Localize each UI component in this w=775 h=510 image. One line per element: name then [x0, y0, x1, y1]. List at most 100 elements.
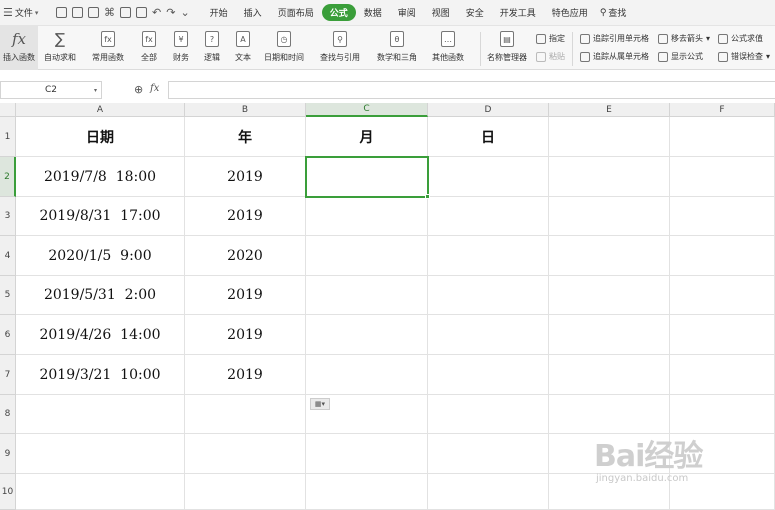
- undo-icon[interactable]: ↶: [152, 7, 161, 18]
- tab-special[interactable]: 特色应用: [544, 4, 596, 21]
- evaluate-formula-button[interactable]: 公式求值: [718, 33, 763, 44]
- cell-e4[interactable]: [549, 236, 670, 276]
- math-button[interactable]: θ 数学和三角: [377, 28, 417, 63]
- cell-d9[interactable]: [428, 434, 549, 474]
- cell-c3[interactable]: [306, 197, 428, 236]
- cell-b8[interactable]: [185, 395, 306, 434]
- name-manager-button[interactable]: ▤ 名称管理器: [487, 28, 527, 63]
- search-button[interactable]: ⚲ 查找: [600, 6, 627, 20]
- chevron-down-icon[interactable]: ▾: [94, 87, 97, 94]
- row-header-10[interactable]: 10: [0, 474, 16, 510]
- autosum-button[interactable]: ∑ 自动求和: [44, 28, 76, 63]
- cell-a6[interactable]: 2019/4/26 14:00: [16, 315, 185, 355]
- cell-d6[interactable]: [428, 315, 549, 355]
- cell-c9[interactable]: [306, 434, 428, 474]
- all-functions-button[interactable]: fx 全部: [140, 28, 158, 63]
- file-menu[interactable]: ☰ 文件 ▾: [0, 6, 52, 19]
- cell-a9[interactable]: [16, 434, 185, 474]
- row-header-6[interactable]: 6: [0, 315, 16, 355]
- row-header-4[interactable]: 4: [0, 236, 16, 276]
- remove-arrows-button[interactable]: 移去箭头 ▾: [658, 33, 710, 44]
- cell-c7[interactable]: [306, 355, 428, 395]
- paste-button[interactable]: 粘贴: [536, 51, 565, 62]
- cell-e2[interactable]: [549, 157, 670, 197]
- tab-formulas[interactable]: 公式: [321, 4, 356, 21]
- cell-e7[interactable]: [549, 355, 670, 395]
- cell-f1[interactable]: [670, 117, 775, 157]
- cell-b5[interactable]: 2019: [185, 276, 306, 315]
- cell-a10[interactable]: [16, 474, 185, 510]
- cell-b3[interactable]: 2019: [185, 197, 306, 236]
- row-header-1[interactable]: 1: [0, 117, 16, 157]
- column-header-a[interactable]: A: [16, 103, 185, 117]
- trace-precedents-button[interactable]: 追踪引用单元格: [580, 33, 649, 44]
- tab-security[interactable]: 安全: [458, 4, 492, 21]
- cell-f5[interactable]: [670, 276, 775, 315]
- cell-a2[interactable]: 2019/7/8 18:00: [16, 157, 185, 197]
- cell-d1[interactable]: 日: [428, 117, 549, 157]
- cell-e1[interactable]: [549, 117, 670, 157]
- datetime-button[interactable]: ◷ 日期和时间: [264, 28, 304, 63]
- cell-a5[interactable]: 2019/5/31 2:00: [16, 276, 185, 315]
- cell-b4[interactable]: 2020: [185, 236, 306, 276]
- format-painter-icon[interactable]: ⌘: [104, 7, 115, 18]
- cell-f7[interactable]: [670, 355, 775, 395]
- cell-b10[interactable]: [185, 474, 306, 510]
- logic-button[interactable]: ? 逻辑: [203, 28, 221, 63]
- trace-dependents-button[interactable]: 追踪从属单元格: [580, 51, 649, 62]
- show-formulas-button[interactable]: 显示公式: [658, 51, 703, 62]
- cell-f3[interactable]: [670, 197, 775, 236]
- cell-f6[interactable]: [670, 315, 775, 355]
- tab-data[interactable]: 数据: [356, 4, 390, 21]
- cell-a8[interactable]: [16, 395, 185, 434]
- column-header-b[interactable]: B: [185, 103, 306, 117]
- cell-c6[interactable]: [306, 315, 428, 355]
- cell-a7[interactable]: 2019/3/21 10:00: [16, 355, 185, 395]
- row-header-5[interactable]: 5: [0, 276, 16, 315]
- select-all-corner[interactable]: [0, 103, 16, 117]
- print-preview-icon[interactable]: [136, 7, 147, 18]
- row-header-2[interactable]: 2: [0, 157, 16, 197]
- cell-b7[interactable]: 2019: [185, 355, 306, 395]
- print-icon[interactable]: [120, 7, 131, 18]
- column-header-c[interactable]: C: [306, 103, 428, 117]
- fill-handle[interactable]: [425, 194, 430, 199]
- row-header-7[interactable]: 7: [0, 355, 16, 395]
- name-box[interactable]: C2 ▾: [0, 81, 102, 99]
- open-folder-icon[interactable]: [72, 7, 83, 18]
- fx-icon[interactable]: fx: [150, 83, 159, 94]
- cell-d4[interactable]: [428, 236, 549, 276]
- tab-home[interactable]: 开始: [202, 4, 236, 21]
- cell-d5[interactable]: [428, 276, 549, 315]
- formula-input[interactable]: [168, 81, 775, 99]
- cell-d3[interactable]: [428, 197, 549, 236]
- customize-icon[interactable]: ⌄: [180, 7, 189, 18]
- tab-review[interactable]: 审阅: [390, 4, 424, 21]
- row-header-3[interactable]: 3: [0, 197, 16, 236]
- error-checking-button[interactable]: 错误检查 ▾: [718, 51, 770, 62]
- finance-button[interactable]: ¥ 财务: [172, 28, 190, 63]
- cell-d8[interactable]: [428, 395, 549, 434]
- lookup-button[interactable]: ⚲ 查找与引用: [320, 28, 360, 63]
- cell-f2[interactable]: [670, 157, 775, 197]
- cell-b6[interactable]: 2019: [185, 315, 306, 355]
- column-header-f[interactable]: F: [670, 103, 775, 117]
- cell-e3[interactable]: [549, 197, 670, 236]
- row-header-9[interactable]: 9: [0, 434, 16, 474]
- other-functions-button[interactable]: … 其他函数: [432, 28, 464, 63]
- cell-a3[interactable]: 2019/8/31 17:00: [16, 197, 185, 236]
- new-file-icon[interactable]: [56, 7, 67, 18]
- tab-page-layout[interactable]: 页面布局: [270, 4, 322, 21]
- cell-a4[interactable]: 2020/1/5 9:00: [16, 236, 185, 276]
- tab-developer[interactable]: 开发工具: [492, 4, 544, 21]
- text-button[interactable]: A 文本: [234, 28, 252, 63]
- redo-icon[interactable]: ↷: [166, 7, 175, 18]
- cell-e6[interactable]: [549, 315, 670, 355]
- column-header-e[interactable]: E: [549, 103, 670, 117]
- tab-view[interactable]: 视图: [424, 4, 458, 21]
- tab-insert[interactable]: 插入: [236, 4, 270, 21]
- cell-d7[interactable]: [428, 355, 549, 395]
- cell-a1[interactable]: 日期: [16, 117, 185, 157]
- cell-b1[interactable]: 年: [185, 117, 306, 157]
- cell-f4[interactable]: [670, 236, 775, 276]
